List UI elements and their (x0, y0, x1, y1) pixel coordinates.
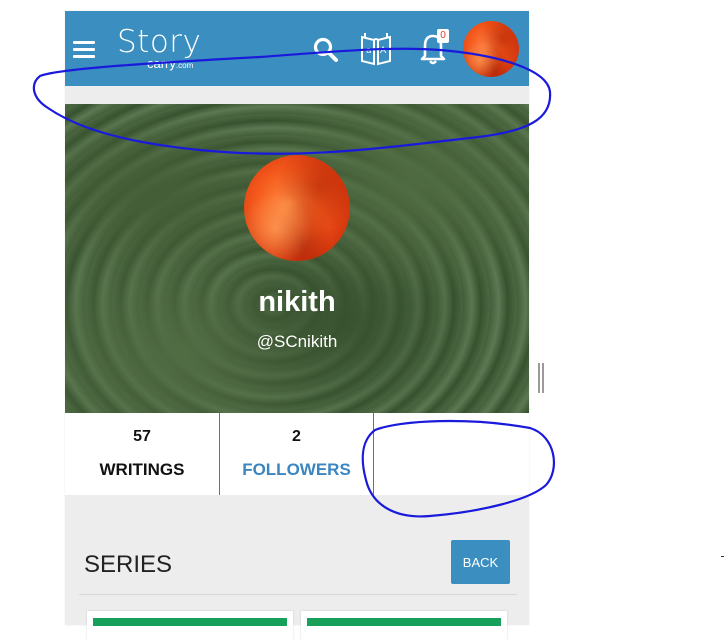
edge-mark (721, 556, 724, 557)
back-button[interactable]: BACK (451, 540, 510, 584)
followers-label: FOLLOWERS (242, 460, 351, 479)
notifications-button[interactable]: 0 (419, 29, 449, 65)
book-translate-icon[interactable]: a A (359, 31, 393, 67)
writings-stat[interactable]: 57 WRITINGS (65, 413, 220, 495)
search-icon[interactable] (313, 37, 339, 63)
app-container: Story carry.com a A 0 nikith @SCnikith 5… (65, 11, 529, 641)
user-avatar[interactable] (463, 21, 519, 77)
profile-name: nikith (258, 286, 336, 318)
divider (79, 594, 517, 595)
series-card[interactable] (301, 611, 507, 641)
logo-text: Story (117, 24, 202, 60)
followers-count: 2 (292, 428, 301, 445)
top-navigation-bar: Story carry.com a A 0 (65, 11, 529, 86)
svg-text:A: A (380, 46, 387, 56)
logo-subtext: carry.com (147, 56, 194, 71)
profile-stats: 57 WRITINGS 2 FOLLOWERS (65, 413, 529, 495)
profile-handle: @SCnikith (256, 332, 338, 351)
resize-handle[interactable] (538, 363, 544, 393)
series-card[interactable] (87, 611, 293, 641)
menu-icon[interactable] (73, 41, 95, 59)
writings-label: WRITINGS (99, 460, 185, 479)
profile-cover-image: nikith @SCnikith (65, 104, 529, 413)
storycarry-logo[interactable]: Story carry.com (117, 24, 227, 79)
series-heading: SERIES (84, 551, 173, 578)
writings-count: 57 (133, 428, 151, 445)
profile-avatar (244, 155, 350, 261)
notification-count-badge: 0 (437, 29, 449, 43)
svg-text:a: a (366, 46, 372, 56)
followers-stat[interactable]: 2 FOLLOWERS (220, 413, 374, 495)
